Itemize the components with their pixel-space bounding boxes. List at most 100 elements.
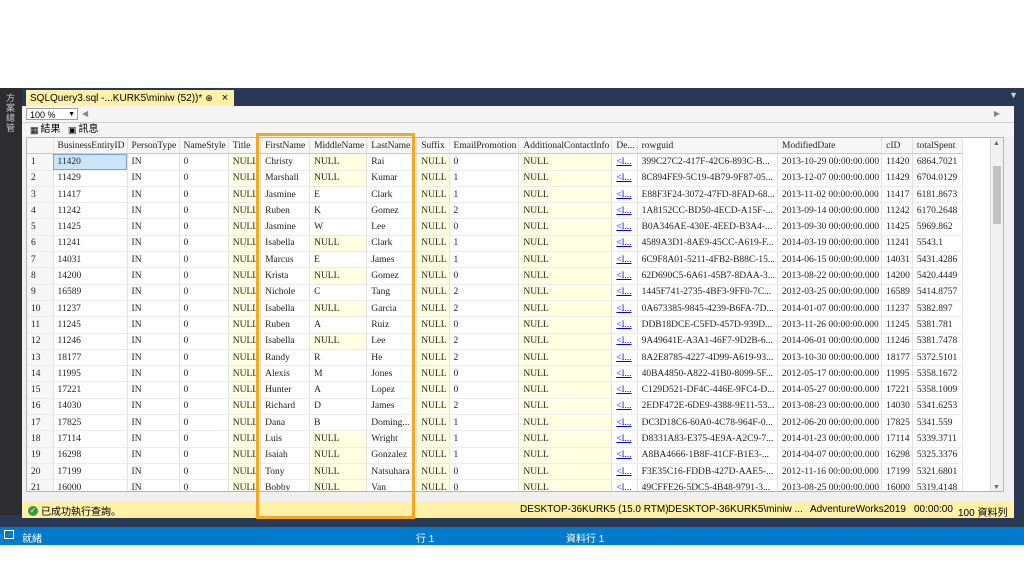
table-cell[interactable]: NULL bbox=[416, 202, 450, 220]
row-number[interactable]: 6 bbox=[27, 235, 54, 253]
table-cell[interactable]: 1 bbox=[449, 186, 520, 204]
column-header[interactable]: MiddleName bbox=[309, 138, 368, 155]
table-cell[interactable]: 1445F741-2735-4BF3-9FF0-7C... bbox=[637, 284, 779, 301]
column-header[interactable]: PersonType bbox=[127, 138, 180, 155]
table-cell[interactable]: NULL bbox=[228, 170, 262, 187]
table-cell[interactable]: NULL bbox=[518, 186, 613, 204]
table-cell[interactable]: NULL bbox=[228, 316, 262, 334]
table-cell[interactable]: 1 bbox=[449, 447, 520, 464]
table-cell[interactable]: Doming... bbox=[366, 414, 418, 432]
table-cell[interactable]: 11237 bbox=[53, 300, 128, 318]
table-cell[interactable]: 11245 bbox=[53, 316, 128, 334]
table-cell[interactable]: 11995 bbox=[881, 365, 913, 383]
table-cell[interactable]: Garcia bbox=[366, 300, 418, 318]
scrollbar-thumb[interactable] bbox=[993, 166, 1001, 224]
table-cell[interactable]: Clark bbox=[366, 235, 418, 253]
table-cell[interactable]: NULL bbox=[416, 430, 450, 448]
table-cell[interactable]: 0 bbox=[449, 381, 520, 399]
table-cell[interactable]: 5319.4148 bbox=[912, 479, 963, 491]
table-cell[interactable]: 0 bbox=[179, 218, 229, 236]
table-cell[interactable]: 0 bbox=[179, 186, 229, 204]
table-cell[interactable]: NULL bbox=[416, 349, 450, 367]
table-cell[interactable]: 2012-11-16 00:00:00.000 bbox=[777, 463, 883, 481]
table-cell[interactable]: 5414.8757 bbox=[912, 284, 963, 301]
table-cell[interactable]: DDB18DCE-C5FD-457D-939D... bbox=[637, 316, 779, 334]
table-cell[interactable]: 6181.8673 bbox=[912, 186, 963, 204]
table-cell[interactable]: B bbox=[309, 414, 368, 432]
table-cell[interactable]: 2 bbox=[449, 284, 520, 301]
table-cell[interactable]: NULL bbox=[416, 267, 450, 285]
tab-messages[interactable]: ▣ 訊息 bbox=[68, 123, 99, 137]
table-cell[interactable]: 5321.6801 bbox=[912, 463, 963, 481]
table-cell[interactable]: NULL bbox=[416, 447, 450, 464]
table-cell[interactable]: 5543.1 bbox=[912, 235, 963, 253]
table-cell[interactable]: 6C9F8A01-5211-4FB2-B88C-15... bbox=[637, 251, 779, 269]
table-cell[interactable]: 16298 bbox=[53, 447, 128, 464]
xml-link-cell[interactable]: <l... bbox=[611, 479, 638, 491]
table-cell[interactable]: NULL bbox=[416, 186, 450, 204]
table-cell[interactable]: 16000 bbox=[53, 479, 128, 491]
table-cell[interactable]: 17199 bbox=[53, 463, 128, 481]
table-cell[interactable]: NULL bbox=[228, 284, 262, 301]
table-cell[interactable]: He bbox=[366, 349, 418, 367]
table-row[interactable]: 4 11242 IN 0 NULL Ruben K Gomez NULL 2 NULL <l... 1A… bbox=[27, 202, 963, 220]
table-cell[interactable]: IN bbox=[127, 251, 180, 269]
table-cell[interactable]: 2013-08-23 00:00:00.000 bbox=[777, 398, 883, 416]
table-cell[interactable]: NULL bbox=[309, 447, 368, 464]
table-cell[interactable]: 2014-01-23 00:00:00.000 bbox=[777, 430, 883, 448]
table-cell[interactable]: 8C894FE9-5C19-4B79-9F87-05... bbox=[637, 170, 779, 187]
table-cell[interactable]: IN bbox=[127, 430, 180, 448]
table-cell[interactable]: F3E35C16-FDDB-427D-AAE5-... bbox=[637, 463, 779, 481]
table-cell[interactable]: IN bbox=[127, 479, 180, 491]
table-cell[interactable]: Lopez bbox=[366, 381, 418, 399]
table-cell[interactable]: 2013-10-30 00:00:00.000 bbox=[777, 349, 883, 367]
table-cell[interactable]: NULL bbox=[416, 463, 450, 481]
table-cell[interactable]: B0A346AE-430E-4EED-B3A4-... bbox=[637, 218, 779, 236]
table-row[interactable]: 8 14200 IN 0 NULL Krista NULL Gomez NULL 0 NULL <l.… bbox=[27, 267, 963, 285]
xml-link-cell[interactable]: <l... bbox=[611, 218, 638, 236]
table-cell[interactable]: Lee bbox=[366, 218, 418, 236]
table-cell[interactable]: IN bbox=[127, 365, 180, 383]
table-cell[interactable]: Dana bbox=[260, 414, 311, 432]
table-cell[interactable]: NULL bbox=[228, 251, 262, 269]
table-cell[interactable]: Isaiah bbox=[260, 447, 311, 464]
table-cell[interactable]: Randy bbox=[260, 349, 311, 367]
table-row[interactable]: 9 16589 IN 0 NULL Nichole C Tang NULL 2 NULL <l... 1… bbox=[27, 284, 963, 301]
table-cell[interactable]: 2014-06-01 00:00:00.000 bbox=[777, 333, 883, 350]
table-cell[interactable]: Bobby bbox=[260, 479, 311, 491]
table-cell[interactable]: 2 bbox=[449, 349, 520, 367]
table-cell[interactable]: Gomez bbox=[366, 267, 418, 285]
table-cell[interactable]: 14200 bbox=[53, 267, 128, 285]
row-number[interactable]: 20 bbox=[27, 463, 54, 481]
table-cell[interactable]: 11242 bbox=[53, 202, 128, 220]
table-cell[interactable]: D8331A83-E375-4E9A-A2C9-7... bbox=[637, 430, 779, 448]
table-cell[interactable]: 2013-08-25 00:00:00.000 bbox=[777, 479, 883, 491]
table-cell[interactable]: Marcus bbox=[260, 251, 311, 269]
column-header[interactable]: Title bbox=[228, 138, 262, 155]
table-cell[interactable]: IN bbox=[127, 202, 180, 220]
table-row[interactable]: 21 16000 IN 0 NULL Bobby NULL Van NULL 0 NULL <l...… bbox=[27, 479, 963, 491]
table-cell[interactable]: 18177 bbox=[53, 349, 128, 367]
table-cell[interactable]: Jones bbox=[366, 365, 418, 383]
table-cell[interactable]: NULL bbox=[518, 284, 613, 301]
table-row[interactable]: 20 17199 IN 0 NULL Tony NULL Natsuhara NULL 0 NULL… bbox=[27, 463, 963, 481]
table-cell[interactable]: NULL bbox=[309, 479, 368, 491]
table-cell[interactable]: Luis bbox=[260, 430, 311, 448]
table-cell[interactable]: 40BA4850-A822-41B0-8099-5F... bbox=[637, 365, 779, 383]
table-cell[interactable]: 5325.3376 bbox=[912, 447, 963, 464]
table-cell[interactable]: 6170.2648 bbox=[912, 202, 963, 220]
table-cell[interactable]: NULL bbox=[518, 463, 613, 481]
table-cell[interactable]: Wright bbox=[366, 430, 418, 448]
table-cell[interactable]: IN bbox=[127, 218, 180, 236]
table-cell[interactable]: Richard bbox=[260, 398, 311, 416]
table-cell[interactable]: 0 bbox=[449, 153, 520, 171]
scroll-right-icon[interactable]: ▶ bbox=[994, 109, 1000, 118]
table-cell[interactable]: NULL bbox=[228, 153, 262, 171]
table-row[interactable]: 19 16298 IN 0 NULL Isaiah NULL Gonzalez NULL 1 NUL… bbox=[27, 447, 963, 464]
table-cell[interactable]: 11425 bbox=[53, 218, 128, 236]
column-header[interactable]: rowguid bbox=[637, 138, 779, 155]
column-header[interactable]: totalSpent bbox=[912, 138, 963, 155]
table-cell[interactable]: 0 bbox=[449, 365, 520, 383]
row-number[interactable]: 12 bbox=[27, 333, 54, 350]
row-number[interactable]: 2 bbox=[27, 170, 54, 187]
